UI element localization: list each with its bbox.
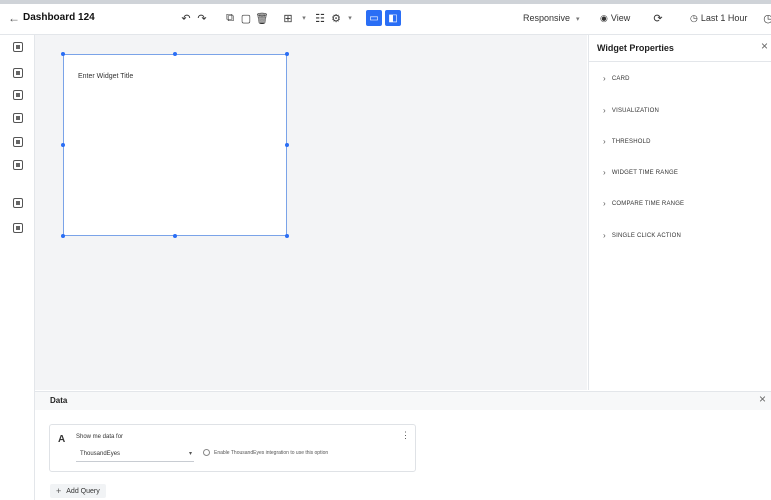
section-label: THRESHOLD [611, 138, 651, 145]
widget-type-icon-4[interactable] [13, 113, 23, 123]
section-label: COMPARE TIME RANGE [611, 200, 685, 207]
close-icon[interactable]: × [761, 39, 768, 53]
resize-handle-bottom[interactable] [173, 234, 177, 238]
section-visualization[interactable]: › VISUALIZATION [603, 106, 659, 115]
query-letter: A [58, 434, 66, 445]
dashboard-title[interactable]: Dashboard 124 [23, 12, 95, 23]
integration-radio[interactable] [203, 449, 210, 456]
refresh-icon[interactable]: ⟳ [650, 10, 666, 26]
responsive-label: Responsive [523, 13, 571, 23]
section-widget-time-range[interactable]: › WIDGET TIME RANGE [603, 168, 678, 177]
back-arrow-icon[interactable]: ← [8, 11, 20, 25]
widget-type-icon-5[interactable] [13, 137, 23, 147]
view-label: View [610, 13, 631, 23]
data-source-value: ThousandEyes [80, 451, 121, 457]
resize-handle-bottom-right[interactable] [285, 234, 289, 238]
data-panel-title: Data [50, 396, 68, 405]
widget-type-icon-1[interactable] [13, 42, 23, 52]
copy-icon[interactable]: ⧉ [222, 10, 238, 26]
align-icon[interactable]: ⊞ [280, 10, 296, 26]
section-label: CARD [611, 75, 630, 82]
widget-rail [0, 35, 35, 500]
chevron-right-icon: › [603, 168, 606, 177]
widget-type-icon-6[interactable] [13, 160, 23, 170]
redo-icon[interactable]: ↷ [194, 10, 210, 26]
chevron-right-icon: › [603, 74, 606, 83]
selected-widget[interactable]: Enter Widget Title [63, 54, 287, 236]
resize-handle-bottom-left[interactable] [61, 234, 65, 238]
widget-type-icon-3[interactable] [13, 90, 23, 100]
clock-icon-secondary[interactable]: ◷ [760, 10, 771, 26]
section-label: SINGLE CLICK ACTION [611, 232, 682, 239]
plus-icon: + [56, 486, 62, 496]
widget-properties-panel: Widget Properties × › CARD › VISUALIZATION… [588, 35, 771, 390]
close-icon[interactable]: × [759, 392, 766, 406]
undo-icon[interactable]: ↶ [178, 10, 194, 26]
distribute-icon[interactable]: ☷ [312, 10, 328, 26]
eye-icon: ◉ [600, 13, 608, 23]
panel-divider [589, 61, 771, 62]
resize-handle-top-left[interactable] [61, 52, 65, 56]
chevron-down-icon: ▾ [576, 16, 580, 23]
chevron-right-icon: › [603, 199, 606, 208]
add-query-label: Add Query [66, 487, 100, 495]
query-card: A Show me data for ⋮ ThousandEyes ▾ Enab… [49, 424, 416, 472]
panel-mode-icon[interactable]: ◧ [385, 10, 401, 26]
widget-title-placeholder[interactable]: Enter Widget Title [78, 73, 133, 80]
data-source-select[interactable]: ThousandEyes ▾ [76, 447, 194, 462]
section-compare-time-range[interactable]: › COMPARE TIME RANGE [603, 199, 684, 208]
paste-icon[interactable]: ▢ [238, 10, 254, 26]
panel-title: Widget Properties [597, 43, 674, 53]
section-single-click-action[interactable]: › SINGLE CLICK ACTION [603, 231, 681, 240]
section-label: WIDGET TIME RANGE [611, 169, 679, 176]
section-label: VISUALIZATION [611, 107, 660, 114]
widget-type-icon-8[interactable] [13, 223, 23, 233]
chevron-right-icon: › [603, 231, 606, 240]
delete-icon[interactable]: 🗑 [254, 10, 270, 26]
more-vertical-icon[interactable]: ⋮ [401, 430, 410, 441]
settings-dropdown-icon[interactable]: ▾ [342, 10, 358, 26]
resize-handle-right[interactable] [285, 143, 289, 147]
time-range-label: Last 1 Hour [700, 13, 748, 23]
section-card[interactable]: › CARD [603, 74, 630, 83]
data-panel-header: Data × [35, 391, 771, 411]
integration-option-label: Enable ThousandEyes integration to use t… [214, 450, 329, 456]
layout-mode-icon[interactable]: ▭ [366, 10, 382, 26]
show-me-label: Show me data for [76, 434, 124, 440]
add-query-button[interactable]: + Add Query [50, 484, 106, 498]
resize-handle-left[interactable] [61, 143, 65, 147]
chevron-down-icon: ▾ [188, 451, 192, 457]
widget-type-icon-2[interactable] [13, 68, 23, 78]
view-button[interactable]: ◉ View [600, 13, 630, 24]
align-dropdown-icon[interactable]: ▾ [296, 10, 312, 26]
chevron-right-icon: › [603, 106, 606, 115]
resize-handle-top[interactable] [173, 52, 177, 56]
top-toolbar: ← Dashboard 124 ↶ ↷ ⧉ ▢ 🗑 ⊞ ▾ ☷ ⚙ ▾ ▭ ◧ … [0, 4, 771, 35]
chevron-right-icon: › [603, 137, 606, 146]
widget-type-icon-7[interactable] [13, 198, 23, 208]
time-range-button[interactable]: ◷ Last 1 Hour [690, 13, 747, 24]
clock-icon: ◷ [690, 13, 698, 23]
section-threshold[interactable]: › THRESHOLD [603, 137, 651, 146]
responsive-dropdown[interactable]: Responsive ▾ [523, 13, 580, 23]
resize-handle-top-right[interactable] [285, 52, 289, 56]
